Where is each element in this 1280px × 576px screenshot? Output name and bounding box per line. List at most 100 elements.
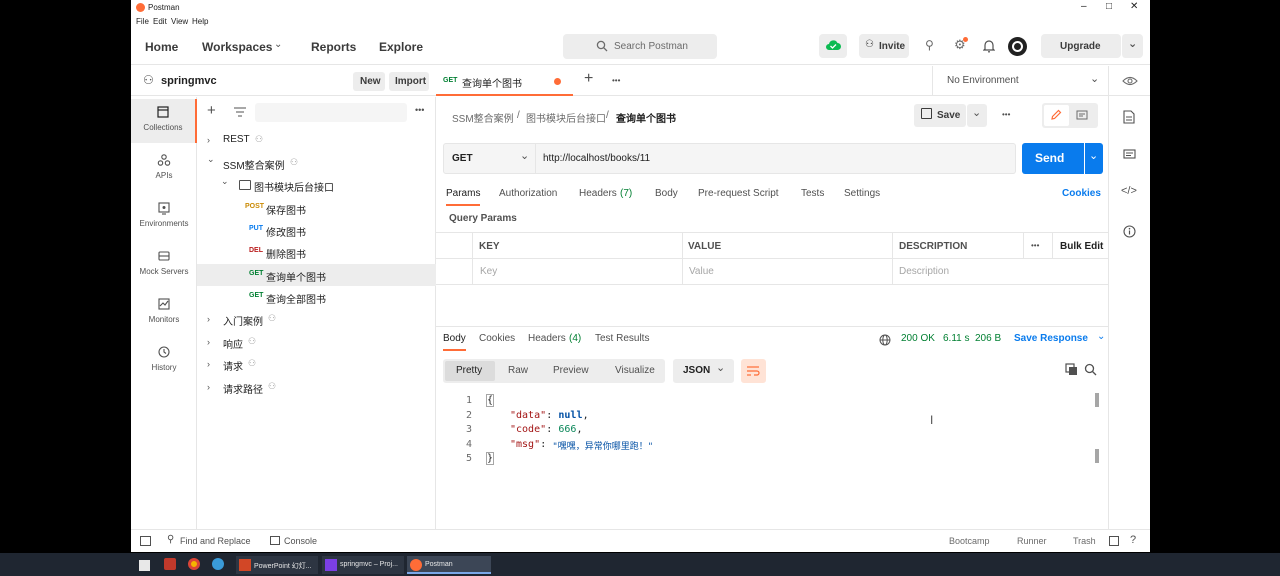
wrap-lines-button[interactable] [741,359,766,383]
maximize-button[interactable]: □ [1106,1,1112,12]
response-body-editor[interactable]: 1 {2 "data": null, 3 "code":666, 4 "msg": "嘿嘿，异常… [436,389,1096,529]
documentation-icon[interactable] [1123,110,1135,124]
new-button[interactable]: New [353,72,385,91]
layout-icon[interactable] [1109,536,1119,546]
breadcrumb-collection[interactable]: SSM整合案例 [452,110,514,125]
code-icon[interactable]: </> [1121,185,1137,197]
tree-collection-item[interactable]: › 响应 ⚇ [197,331,436,353]
key-input[interactable]: Key [480,266,497,277]
response-tab-test-results[interactable]: Test Results [595,333,649,344]
taskbar-intellij[interactable]: springmvc – Proj... [322,556,404,574]
satellite-icon[interactable]: ⚲ [925,38,934,52]
menu-view[interactable]: View [171,17,188,26]
find-replace-button[interactable]: Find and Replace [180,536,251,546]
app-icon-edge[interactable] [212,558,224,570]
upgrade-dropdown-button[interactable]: ⌄ [1121,34,1143,58]
value-input[interactable]: Value [689,266,714,277]
send-dropdown-button[interactable]: ⌄ [1085,143,1103,174]
runner-button[interactable]: Runner [1017,536,1047,546]
console-button[interactable]: Console [284,536,317,546]
menu-edit[interactable]: Edit [153,17,167,26]
tree-request-item[interactable]: GET 查询单个图书 [197,264,436,286]
save-button[interactable]: Save [914,104,966,127]
save-response-button[interactable]: Save Response [1014,333,1088,344]
breadcrumb-folder[interactable]: 图书模块后台接口 [526,110,606,125]
add-icon[interactable]: + [207,102,216,119]
sidebar-item-monitors[interactable]: Monitors [131,291,197,335]
chevron-right-icon[interactable]: › [207,135,210,145]
tab-params[interactable]: Params [446,188,481,206]
search-box[interactable]: Search Postman [563,34,717,59]
avatar[interactable] [1008,37,1027,56]
sidebar-item-mock-servers[interactable]: Mock Servers [131,243,197,287]
filter-icon[interactable] [234,107,246,117]
tree-collection-item[interactable]: › REST ⚇ [197,129,436,151]
tree-search-input[interactable] [255,103,407,122]
more-options-icon[interactable]: ••• [1002,110,1010,119]
workspace-name[interactable]: springmvc [161,75,217,87]
sidebar-toggle-icon[interactable] [140,536,151,546]
comment-icon[interactable] [1076,110,1088,121]
trash-button[interactable]: Trash [1073,536,1096,546]
chevron-right-icon[interactable]: › [207,382,210,392]
chevron-right-icon[interactable]: › [207,337,210,347]
help-icon[interactable]: ? [1130,534,1136,546]
minimize-button[interactable]: – [1081,1,1087,12]
view-pretty-button[interactable]: Pretty [445,361,495,381]
tab-headers[interactable]: Headers [579,188,617,199]
taskbar-postman[interactable]: Postman [407,556,491,574]
status-code[interactable]: 200 OK [901,333,935,344]
tree-request-item[interactable]: PUT 修改图书 [197,219,436,241]
params-more-icon[interactable]: ••• [1031,241,1039,250]
tree-request-item[interactable]: POST 保存图书 [197,197,436,219]
sync-status-button[interactable] [819,34,847,58]
send-button[interactable]: Send [1022,143,1084,174]
response-time[interactable]: 6.11 s [943,333,970,344]
tree-collection-item[interactable]: › 请求路径 ⚇ [197,376,436,398]
response-tab-cookies[interactable]: Cookies [479,333,515,344]
search-icon[interactable] [1084,363,1097,376]
method-select[interactable]: GET ⌄ [443,143,536,174]
tab-body[interactable]: Body [655,188,678,199]
sidebar-item-environments[interactable]: Environments [131,195,197,239]
taskbar-powerpoint[interactable]: PowerPoint 幻灯... [236,556,318,574]
upgrade-button[interactable]: Upgrade [1041,34,1121,58]
response-tab-headers[interactable]: Headers [528,333,566,344]
start-icon[interactable] [139,560,150,571]
more-options-icon[interactable]: ••• [415,105,424,115]
tab-settings[interactable]: Settings [844,188,880,199]
nav-home[interactable]: Home [145,40,178,54]
edit-mode-button[interactable] [1044,105,1069,126]
tree-collection-item[interactable]: ⌄ SSM整合案例 ⚇ [197,152,436,174]
chevron-down-icon[interactable]: ⌄ [221,176,229,187]
info-icon[interactable] [1123,225,1136,238]
chevron-down-icon[interactable]: ⌄ [207,154,215,165]
tab-request[interactable]: GET 查询单个图书 [436,66,573,96]
menu-file[interactable]: File [136,17,149,26]
app-icon-red[interactable] [164,558,176,570]
bulk-edit-button[interactable]: Bulk Edit [1060,241,1103,252]
bell-icon[interactable] [983,39,995,53]
invite-button[interactable]: ⚇ Invite [859,34,909,58]
copy-icon[interactable] [1065,363,1078,376]
nav-reports[interactable]: Reports [311,40,356,54]
sidebar-item-history[interactable]: History [131,339,197,383]
view-visualize-button[interactable]: Visualize [615,365,655,376]
tree-folder-item[interactable]: ⌄ 图书模块后台接口 [197,174,436,196]
nav-workspaces[interactable]: Workspaces [202,40,272,54]
chevron-right-icon[interactable]: › [207,359,210,369]
menu-help[interactable]: Help [192,17,208,26]
comments-icon[interactable] [1123,149,1136,161]
response-tab-body[interactable]: Body [443,333,466,351]
bootcamp-button[interactable]: Bootcamp [949,536,990,546]
add-tab-icon[interactable]: + [584,70,593,88]
tab-tests[interactable]: Tests [801,188,824,199]
tree-request-item[interactable]: DEL 删除图书 [197,241,436,263]
chevron-right-icon[interactable]: › [207,314,210,324]
response-size[interactable]: 206 B [975,333,1001,344]
close-button[interactable]: ✕ [1130,1,1138,12]
save-dropdown-button[interactable]: ⌄ [967,104,987,127]
description-input[interactable]: Description [899,266,949,277]
tree-collection-item[interactable]: › 入门案例 ⚇ [197,308,436,330]
view-preview-button[interactable]: Preview [553,365,589,376]
